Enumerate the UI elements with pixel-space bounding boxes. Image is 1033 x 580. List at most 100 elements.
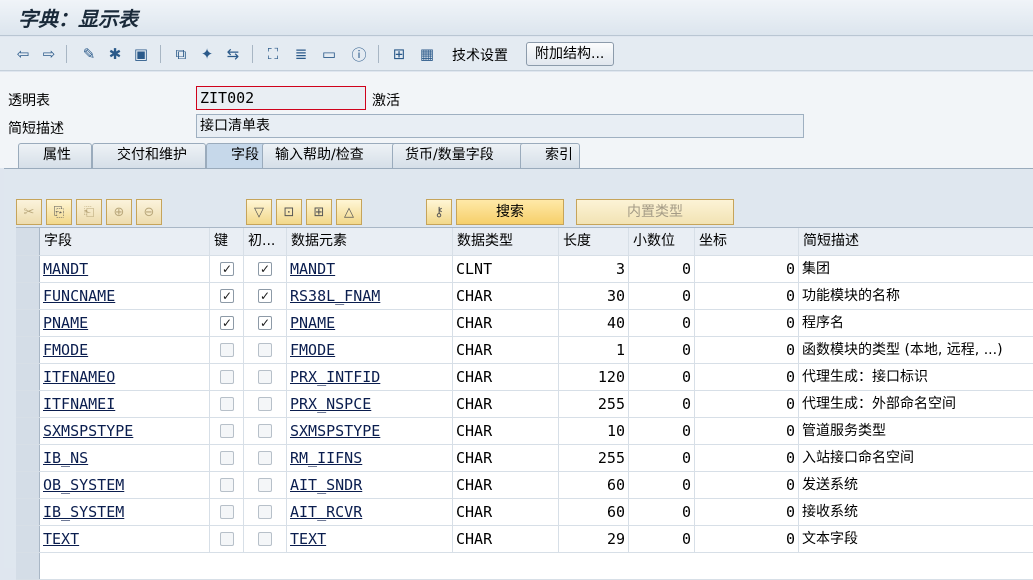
field-name-cell[interactable]: IB_NS (40, 445, 210, 471)
field-name-cell[interactable]: IB_SYSTEM (40, 499, 210, 525)
col-field-header[interactable]: 字段 (40, 228, 210, 255)
activate-icon[interactable]: ✱ (104, 43, 126, 65)
initial-checkbox[interactable] (258, 532, 272, 546)
row-selector[interactable] (16, 337, 40, 363)
empty-table-row[interactable] (16, 553, 1033, 580)
key-checkbox[interactable] (220, 370, 234, 384)
field-name-cell[interactable]: TEXT (40, 526, 210, 552)
row-selector[interactable] (16, 391, 40, 417)
field-name-cell[interactable]: FUNCNAME (40, 283, 210, 309)
relations-icon[interactable]: ⊞ (388, 43, 410, 65)
table-row[interactable]: IB_SYSTEM AIT_RCVR CHAR 60 0 0 接收系统 (16, 499, 1033, 526)
table-row[interactable]: ITFNAMEO PRX_INTFID CHAR 120 0 0 代理生成：接口标识 (16, 364, 1033, 391)
tab-indexes[interactable]: 索引 (520, 143, 580, 168)
initial-checkbox[interactable]: ✓ (258, 289, 272, 303)
col-decimals-header[interactable]: 小数位 (629, 228, 695, 255)
insert-row-icon[interactable]: ⊕ (106, 199, 132, 225)
field-name-cell[interactable]: PNAME (40, 310, 210, 336)
where-used-icon[interactable]: ⇆ (222, 43, 244, 65)
table-contents-icon[interactable]: ▦ (416, 43, 438, 65)
col-initial-header[interactable]: 初... (244, 228, 287, 255)
table-row[interactable]: PNAME ✓ ✓ PNAME CHAR 40 0 0 程序名 (16, 310, 1033, 337)
check-object-icon[interactable]: ▣ (130, 43, 152, 65)
select-block-icon[interactable]: ⊡ (276, 199, 302, 225)
table-row[interactable]: TEXT TEXT CHAR 29 0 0 文本字段 (16, 526, 1033, 553)
data-element-cell[interactable]: MANDT (287, 256, 453, 282)
data-element-cell[interactable]: AIT_RCVR (287, 499, 453, 525)
key-checkbox[interactable] (220, 451, 234, 465)
row-selector[interactable] (16, 445, 40, 471)
data-element-cell[interactable]: SXMSPSTYPE (287, 418, 453, 444)
col-data-type-header[interactable]: 数据类型 (453, 228, 559, 255)
table-row[interactable]: FMODE FMODE CHAR 1 0 0 函数模块的类型 (本地, 远程, ...) (16, 337, 1033, 364)
col-data-element-header[interactable]: 数据元素 (287, 228, 453, 255)
copy-icon[interactable]: ⎘ (46, 199, 72, 225)
data-element-cell[interactable]: AIT_SNDR (287, 472, 453, 498)
tab-input-help-check[interactable]: 输入帮助/检查 (262, 143, 402, 168)
table-row[interactable]: IB_NS RM_IIFNS CHAR 255 0 0 入站接口命名空间 (16, 445, 1033, 472)
field-name-cell[interactable]: OB_SYSTEM (40, 472, 210, 498)
field-name-cell[interactable]: SXMSPSTYPE (40, 418, 210, 444)
table-name-field[interactable]: ZIT002 (196, 86, 366, 110)
key-checkbox[interactable]: ✓ (220, 289, 234, 303)
initial-checkbox[interactable] (258, 343, 272, 357)
key-checkbox[interactable] (220, 397, 234, 411)
select-all-cell[interactable] (16, 228, 40, 255)
col-key-header[interactable]: 键 (210, 228, 244, 255)
col-coordinate-header[interactable]: 坐标 (695, 228, 799, 255)
key-checkbox[interactable]: ✓ (220, 316, 234, 330)
col-length-header[interactable]: 长度 (559, 228, 629, 255)
data-element-cell[interactable]: PNAME (287, 310, 453, 336)
field-name-cell[interactable]: ITFNAMEI (40, 391, 210, 417)
row-selector[interactable] (16, 283, 40, 309)
append-structure-button[interactable]: 附加结构... (526, 42, 614, 66)
builtin-type-button[interactable]: 内置类型 (576, 199, 734, 225)
technical-settings-button[interactable]: 技术设置 (452, 45, 508, 65)
display-change-icon[interactable]: ✎ (78, 43, 100, 65)
delete-row-icon[interactable]: ⊖ (136, 199, 162, 225)
field-name-cell[interactable]: ITFNAMEO (40, 364, 210, 390)
initial-checkbox[interactable]: ✓ (258, 316, 272, 330)
row-selector[interactable] (16, 310, 40, 336)
data-element-cell[interactable]: RM_IIFNS (287, 445, 453, 471)
data-element-cell[interactable]: TEXT (287, 526, 453, 552)
tab-delivery-maintenance[interactable]: 交付和维护 (92, 143, 206, 168)
expand-icon[interactable]: ▽ (246, 199, 272, 225)
object-list-icon[interactable]: ⧉ (170, 43, 192, 65)
field-name-cell[interactable]: MANDT (40, 256, 210, 282)
key-checkbox[interactable] (220, 532, 234, 546)
data-element-cell[interactable]: RS38L_FNAM (287, 283, 453, 309)
initial-checkbox[interactable] (258, 397, 272, 411)
initial-checkbox[interactable] (258, 478, 272, 492)
info-icon[interactable]: ⓘ (348, 43, 370, 65)
tab-currency-quantity-fields[interactable]: 货币/数量字段 (392, 143, 526, 168)
row-selector[interactable] (16, 499, 40, 525)
row-selector[interactable] (16, 256, 40, 282)
magic-wand-icon[interactable]: ✦ (196, 43, 218, 65)
table-row[interactable]: OB_SYSTEM AIT_SNDR CHAR 60 0 0 发送系统 (16, 472, 1033, 499)
search-button[interactable]: 搜索 (456, 199, 564, 225)
row-selector[interactable] (16, 526, 40, 552)
row-selector[interactable] (16, 472, 40, 498)
initial-checkbox[interactable] (258, 424, 272, 438)
back-arrow-icon[interactable]: ⇦ (12, 43, 34, 65)
insert-block-icon[interactable]: ⊞ (306, 199, 332, 225)
hierarchy-icon[interactable]: ⛶ (262, 43, 284, 65)
short-description-field[interactable]: 接口清单表 (196, 114, 804, 138)
row-selector[interactable] (16, 418, 40, 444)
table-row[interactable]: FUNCNAME ✓ ✓ RS38L_FNAM CHAR 30 0 0 功能模块的名称 (16, 283, 1033, 310)
col-short-desc-header[interactable]: 简短描述 (799, 228, 1033, 255)
table-row[interactable]: SXMSPSTYPE SXMSPSTYPE CHAR 10 0 0 管道服务类型 (16, 418, 1033, 445)
key-icon[interactable]: ⚷ (426, 199, 452, 225)
key-checkbox[interactable] (220, 343, 234, 357)
key-checkbox[interactable] (220, 478, 234, 492)
key-checkbox[interactable]: ✓ (220, 262, 234, 276)
initial-checkbox[interactable] (258, 505, 272, 519)
data-element-cell[interactable]: FMODE (287, 337, 453, 363)
data-element-cell[interactable]: PRX_INTFID (287, 364, 453, 390)
initial-checkbox[interactable] (258, 451, 272, 465)
collapse-icon[interactable]: △ (336, 199, 362, 225)
forward-arrow-icon[interactable]: ⇨ (38, 43, 60, 65)
initial-checkbox[interactable] (258, 370, 272, 384)
row-selector[interactable] (16, 364, 40, 390)
